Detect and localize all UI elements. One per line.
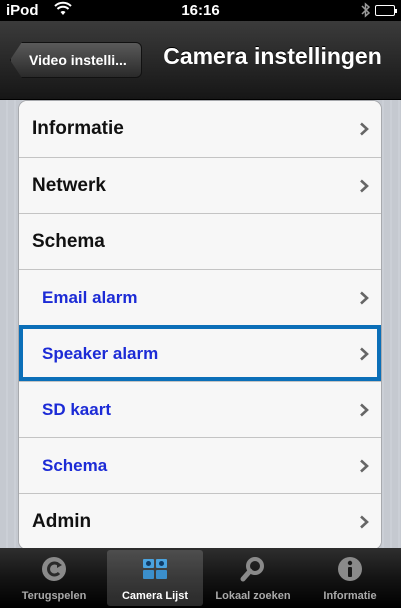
settings-row-label: Netwerk bbox=[32, 175, 106, 196]
tab-lokaal-zoeken[interactable]: Lokaal zoeken bbox=[205, 550, 301, 606]
chevron-right-icon bbox=[360, 179, 369, 193]
info-icon bbox=[338, 557, 362, 581]
back-button[interactable]: Video instelli... bbox=[10, 42, 142, 78]
settings-row-speaker-alarm[interactable]: Speaker alarm bbox=[19, 325, 381, 381]
navigation-bar: Video instelli... Camera instellingen bbox=[0, 21, 401, 100]
status-bar: iPod 16:16 bbox=[0, 0, 401, 21]
bluetooth-icon bbox=[361, 2, 371, 22]
battery-icon bbox=[375, 5, 397, 16]
search-icon bbox=[240, 557, 264, 582]
tab-terugspelen[interactable]: Terugspelen bbox=[6, 550, 102, 606]
tab-label: Informatie bbox=[323, 590, 377, 602]
settings-row-admin[interactable]: Admin bbox=[19, 493, 381, 549]
clock: 16:16 bbox=[181, 2, 220, 19]
settings-row-label: SD kaart bbox=[42, 400, 111, 419]
settings-row-netwerk[interactable]: Netwerk bbox=[19, 157, 381, 213]
settings-row-label: Admin bbox=[32, 511, 92, 532]
camera-list-icon bbox=[143, 559, 167, 579]
settings-row-schema-header: Schema bbox=[19, 213, 381, 269]
settings-row-label: Speaker alarm bbox=[42, 344, 159, 363]
settings-row-informatie[interactable]: Informatie bbox=[19, 101, 381, 157]
settings-row-sd-kaart[interactable]: SD kaart bbox=[19, 381, 381, 437]
tab-label: Terugspelen bbox=[21, 590, 87, 602]
chevron-right-icon bbox=[360, 459, 369, 473]
tab-informatie[interactable]: Informatie bbox=[302, 550, 398, 606]
tab-label: Lokaal zoeken bbox=[215, 590, 291, 602]
settings-row-label: Schema bbox=[42, 456, 108, 475]
page-title: Camera instellingen bbox=[163, 43, 382, 69]
chevron-right-icon bbox=[360, 122, 369, 136]
tab-label: Camera Lijst bbox=[121, 590, 189, 602]
settings-row-label: Schema bbox=[32, 231, 105, 252]
settings-row-label: Email alarm bbox=[42, 288, 138, 307]
settings-row-schema[interactable]: Schema bbox=[19, 437, 381, 493]
settings-row-email-alarm[interactable]: Email alarm bbox=[19, 269, 381, 325]
settings-row-label: Informatie bbox=[32, 118, 124, 139]
tab-bar: Terugspelen Camera Lijst Lokaal zoeken I… bbox=[0, 548, 401, 608]
tab-camera-lijst[interactable]: Camera Lijst bbox=[107, 550, 203, 606]
settings-content: Informatie Netwerk Schema Email alarm Sp… bbox=[0, 100, 401, 550]
chevron-right-icon bbox=[360, 515, 369, 529]
replay-icon bbox=[42, 557, 66, 581]
chevron-right-icon bbox=[360, 291, 369, 305]
chevron-right-icon bbox=[360, 347, 369, 361]
settings-group: Informatie Netwerk Schema Email alarm Sp… bbox=[18, 100, 382, 550]
chevron-right-icon bbox=[360, 403, 369, 417]
